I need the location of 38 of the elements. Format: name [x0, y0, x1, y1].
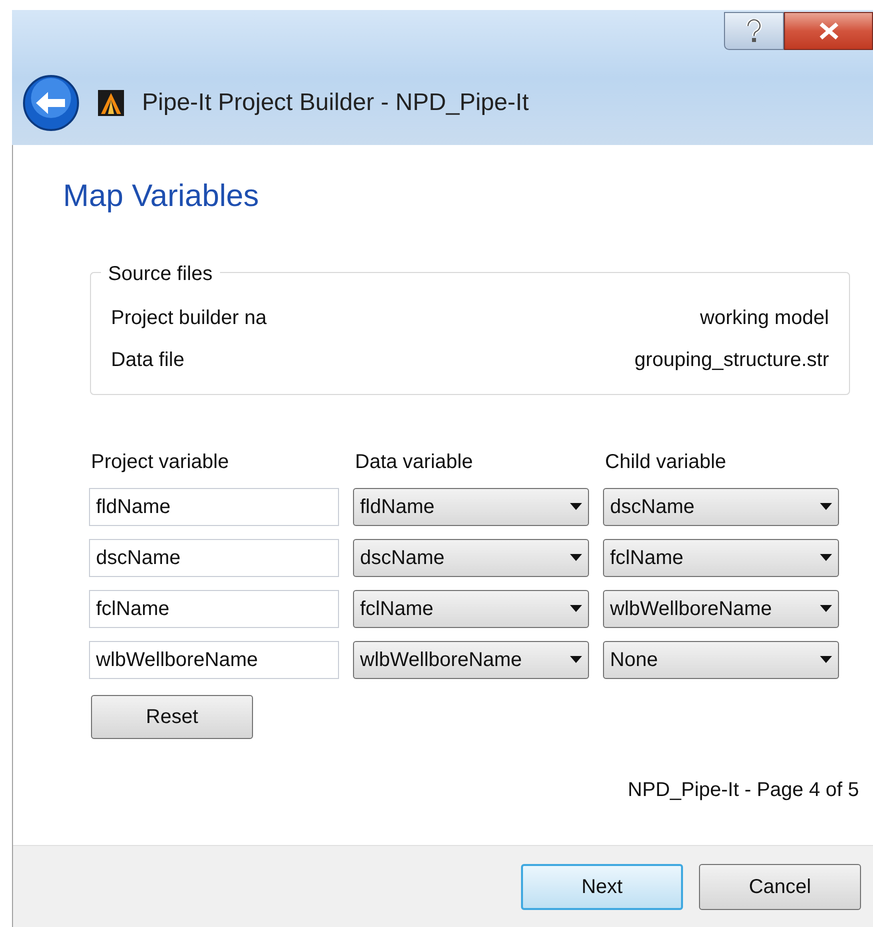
- dialog-button[interactable]: Next: [521, 864, 683, 910]
- close-icon: [818, 22, 840, 40]
- dropdown[interactable]: None: [603, 640, 839, 678]
- page-status: NPD_Pipe-It - Page 4 of 5: [628, 778, 859, 802]
- column-header: Child variable: [604, 450, 728, 474]
- dropdown-arrow-icon: [820, 605, 832, 612]
- dropdown[interactable]: fldName: [353, 488, 589, 526]
- field-value: working model: [700, 306, 829, 330]
- dropdown[interactable]: dscName: [353, 538, 589, 576]
- dropdown-arrow-icon: [570, 503, 582, 510]
- dropdown[interactable]: fclName: [603, 538, 839, 576]
- help-icon: [746, 19, 762, 43]
- dropdown[interactable]: wlbWellboreName: [353, 640, 589, 678]
- dialog-button[interactable]: Cancel: [699, 864, 861, 910]
- field-label: Project builder na: [111, 306, 267, 330]
- dropdown-arrow-icon: [570, 554, 582, 561]
- field-label: Data file: [111, 348, 184, 372]
- help-button[interactable]: [724, 12, 784, 50]
- text-field[interactable]: fclName: [89, 590, 339, 628]
- dropdown-arrow-icon: [820, 656, 832, 663]
- dropdown[interactable]: fclName: [353, 590, 589, 628]
- text-field[interactable]: wlbWellboreName: [89, 640, 339, 678]
- text-field[interactable]: fldName: [89, 488, 339, 526]
- page-heading: Map Variables: [63, 177, 259, 215]
- dropdown-arrow-icon: [570, 656, 582, 663]
- dropdown[interactable]: dscName: [603, 488, 839, 526]
- dropdown-arrow-icon: [570, 605, 582, 612]
- dropdown[interactable]: wlbWellboreName: [603, 590, 839, 628]
- close-button[interactable]: [784, 12, 873, 50]
- window-title: Pipe-It Project Builder - NPD_Pipe-It: [142, 88, 529, 118]
- app-logo-icon: [98, 90, 124, 116]
- dropdown-arrow-icon: [820, 554, 832, 561]
- column-header: Project variable: [90, 450, 230, 474]
- dropdown-arrow-icon: [820, 503, 832, 510]
- column-header: Data variable: [354, 450, 474, 474]
- field-value: grouping_structure.str: [634, 348, 829, 372]
- reset-button[interactable]: Reset: [91, 694, 253, 738]
- text-field[interactable]: dscName: [89, 538, 339, 576]
